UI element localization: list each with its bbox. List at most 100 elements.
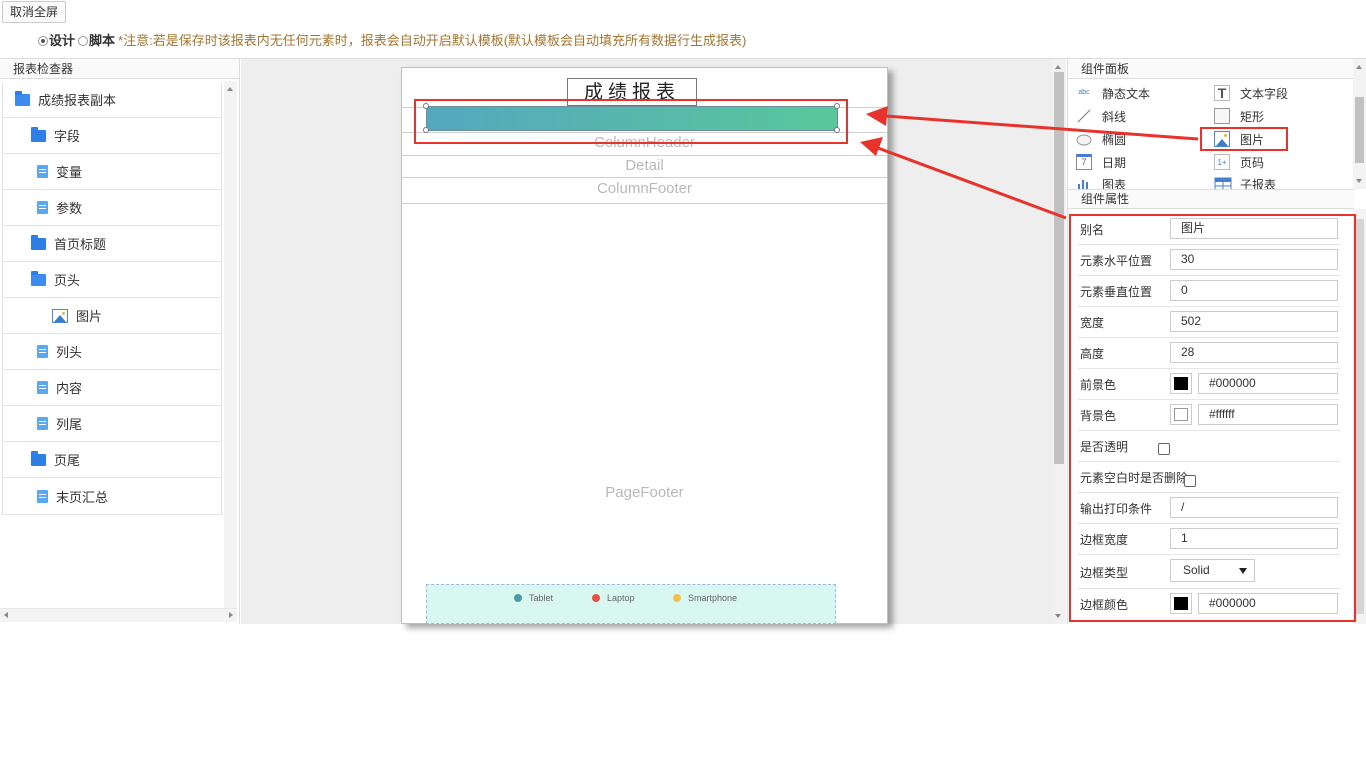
- scroll-up-icon[interactable]: [1055, 65, 1061, 69]
- tree-item-label: 字段: [54, 129, 81, 144]
- legend-item: Laptop: [592, 593, 635, 603]
- folder-open-icon: [31, 270, 46, 286]
- inspector-vscrollbar[interactable]: [224, 81, 237, 619]
- canvas-vscrollbar[interactable]: [1052, 59, 1066, 624]
- tree-item-page-header[interactable]: 页头: [3, 262, 221, 298]
- legend-item: Smartphone: [673, 593, 737, 603]
- report-page[interactable]: 成绩报表 ColumnHeader Detail ColumnFooter Pa…: [401, 67, 888, 624]
- legend-item: Tablet: [514, 593, 553, 603]
- scroll-thumb[interactable]: [1355, 219, 1364, 614]
- tablet-dot-icon: [514, 594, 522, 602]
- image-icon: [52, 308, 68, 323]
- inspector-hscrollbar[interactable]: [0, 608, 237, 622]
- page-number-icon: 1+: [1214, 154, 1230, 170]
- folder-icon: [31, 234, 46, 250]
- properties-title: 组件属性: [1068, 189, 1354, 209]
- report-inspector: 报表检查器 成绩报表副本 字段 变量 参数 首页标题 页头 图片 列头 内容 列…: [0, 59, 240, 624]
- component-label: 矩形: [1240, 109, 1265, 124]
- tree-item-label: 参数: [56, 201, 83, 216]
- component-label: 文本字段: [1240, 86, 1289, 101]
- legend-label: Tablet: [529, 593, 554, 603]
- component-label: 斜线: [1102, 109, 1127, 124]
- tree-item-column-header[interactable]: 列头: [3, 334, 221, 370]
- rectangle-icon: [1214, 108, 1230, 124]
- tree-item-root[interactable]: 成绩报表副本: [3, 82, 221, 118]
- template-notice: *注意:若是保存时该报表内无任何元素时，报表会自动开启默认模板(默认模板会自动填…: [118, 33, 747, 48]
- tree-item-detail[interactable]: 内容: [3, 370, 221, 406]
- component-rectangle[interactable]: 矩形: [1214, 106, 1264, 126]
- line-icon: [1076, 108, 1092, 124]
- inspector-title: 报表检查器: [0, 59, 239, 79]
- component-date[interactable]: 7 日期: [1076, 152, 1126, 172]
- tree-item-summary[interactable]: 末页汇总: [3, 478, 221, 514]
- component-label: 椭圆: [1102, 132, 1127, 147]
- folder-icon: [31, 126, 46, 142]
- highlight-image-component: [1200, 127, 1288, 151]
- calendar-icon: 7: [1076, 154, 1092, 170]
- text-field-icon: T: [1214, 85, 1230, 101]
- column-footer-band[interactable]: ColumnFooter: [402, 177, 887, 204]
- scroll-thumb[interactable]: [1054, 72, 1064, 464]
- laptop-dot-icon: [592, 594, 600, 602]
- detail-band[interactable]: Detail: [402, 155, 887, 178]
- tree-item-label: 内容: [56, 381, 83, 396]
- scroll-right-icon[interactable]: [229, 612, 233, 618]
- inspector-tree: 成绩报表副本 字段 变量 参数 首页标题 页头 图片 列头 内容 列尾 页尾 末…: [2, 82, 222, 515]
- exit-fullscreen-button[interactable]: 取消全屏: [2, 1, 66, 23]
- file-icon: [37, 489, 48, 503]
- scroll-thumb[interactable]: [1355, 97, 1364, 163]
- scroll-left-icon[interactable]: [4, 612, 8, 618]
- component-label: 页码: [1240, 155, 1265, 170]
- smartphone-dot-icon: [673, 594, 681, 602]
- file-icon: [37, 345, 48, 358]
- tree-item-label: 变量: [56, 165, 83, 180]
- component-text-field[interactable]: T 文本字段: [1214, 83, 1288, 103]
- scroll-down-icon[interactable]: [1055, 614, 1061, 618]
- chart-legend-element[interactable]: Tablet Laptop Smartphone: [426, 584, 836, 624]
- scroll-up-icon[interactable]: [227, 87, 233, 91]
- legend-label: Smartphone: [688, 593, 738, 603]
- script-label[interactable]: 脚本: [89, 33, 115, 48]
- component-panel: 组件面板 abc 静态文本 T 文本字段 斜线 矩形 椭圆 图片 7 日期 1+ 页码 …: [1068, 59, 1366, 192]
- scroll-up-icon[interactable]: [1356, 65, 1362, 69]
- component-label: 静态文本: [1102, 86, 1151, 101]
- tree-item-label: 首页标题: [54, 237, 107, 252]
- tree-item-label: 末页汇总: [56, 489, 109, 505]
- tree-item-column-footer[interactable]: 列尾: [3, 406, 221, 442]
- tree-item-page-footer[interactable]: 页尾: [3, 442, 221, 478]
- component-label: 日期: [1102, 155, 1127, 170]
- component-panel-title: 组件面板: [1068, 59, 1354, 79]
- component-line[interactable]: 斜线: [1076, 106, 1126, 126]
- scroll-down-icon[interactable]: [1356, 179, 1362, 183]
- component-page-number[interactable]: 1+ 页码: [1214, 152, 1264, 172]
- folder-open-icon: [15, 90, 30, 106]
- file-icon: [37, 417, 48, 430]
- file-icon: [37, 201, 48, 214]
- page-footer-band[interactable]: PageFooter: [402, 203, 887, 623]
- tree-item-title-band[interactable]: 首页标题: [3, 226, 221, 262]
- legend-label: Laptop: [607, 593, 635, 603]
- tree-item-label: 图片: [76, 309, 103, 324]
- ellipse-icon: [1076, 131, 1092, 147]
- file-icon: [37, 165, 48, 178]
- component-ellipse[interactable]: 椭圆: [1076, 129, 1126, 149]
- component-static-text[interactable]: abc 静态文本: [1076, 83, 1150, 103]
- highlight-image-element: [414, 99, 848, 144]
- mode-row: 设计 脚本 *注意:若是保存时该报表内无任何元素时，报表会自动开启默认模板(默认模板…: [38, 32, 746, 50]
- design-radio[interactable]: [38, 36, 48, 46]
- highlight-properties: [1069, 214, 1356, 622]
- script-radio[interactable]: [78, 36, 89, 46]
- tree-item-fields[interactable]: 字段: [3, 118, 221, 154]
- tree-item-label: 页尾: [54, 453, 81, 468]
- tree-item-variables[interactable]: 变量: [3, 154, 221, 190]
- static-text-icon: abc: [1078, 89, 1090, 96]
- component-vscrollbar[interactable]: [1353, 59, 1366, 189]
- tree-item-label: 页头: [54, 273, 81, 288]
- folder-icon: [31, 450, 46, 466]
- file-icon: [37, 381, 48, 394]
- tree-item-label: 成绩报表副本: [38, 93, 117, 108]
- tree-item-label: 列头: [56, 345, 83, 360]
- tree-item-image[interactable]: 图片: [3, 298, 221, 334]
- tree-item-params[interactable]: 参数: [3, 190, 221, 226]
- design-label[interactable]: 设计: [49, 33, 75, 48]
